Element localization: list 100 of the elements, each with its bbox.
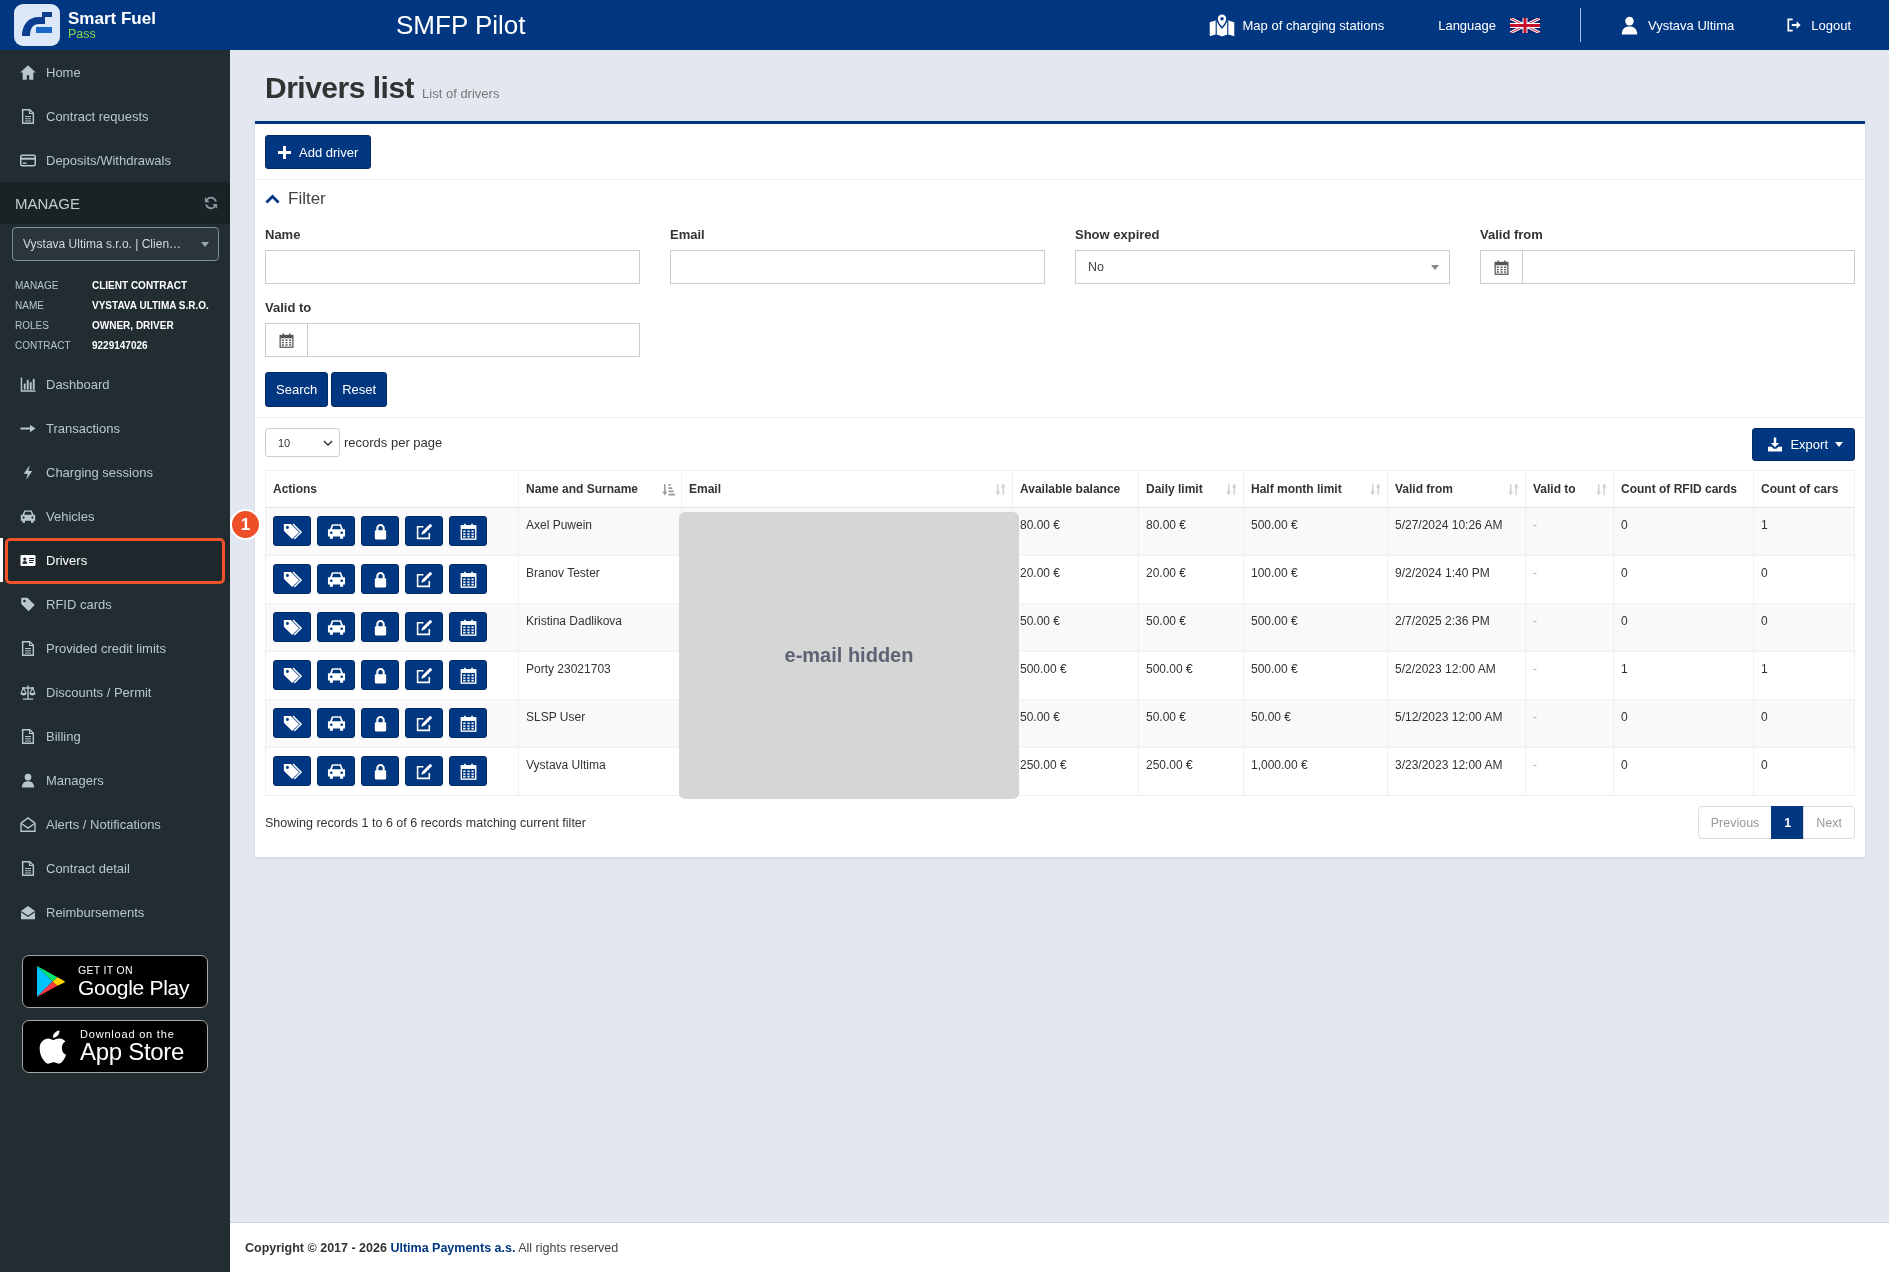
download-icon: [1767, 437, 1784, 452]
nav-item[interactable]: Contract detail: [0, 846, 230, 890]
company-link[interactable]: Ultima Payments a.s.: [390, 1240, 516, 1255]
table-cell: 0: [1613, 555, 1754, 604]
contract-select[interactable]: Vystava Ultima s.r.o. | Clien…: [12, 227, 219, 261]
nav-item[interactable]: Reimbursements: [0, 890, 230, 934]
caret-icon: [1835, 442, 1843, 447]
column-header[interactable]: Name and Surname: [518, 470, 682, 508]
column-header[interactable]: Valid from: [1387, 470, 1526, 508]
action-button[interactable]: [361, 516, 399, 546]
search-button[interactable]: Search: [265, 372, 329, 407]
column-header[interactable]: Email: [681, 470, 1013, 508]
reset-button[interactable]: Reset: [331, 372, 388, 407]
text-field[interactable]: [265, 250, 640, 284]
action-button[interactable]: [449, 516, 487, 546]
edit-icon: [414, 666, 434, 684]
action-button[interactable]: [405, 516, 443, 546]
action-button[interactable]: [317, 564, 355, 594]
document-icon: [20, 860, 36, 876]
tags-icon: [282, 618, 302, 636]
map-link[interactable]: Map of charging stations: [1208, 13, 1385, 37]
nav-item[interactable]: Charging sessions: [0, 450, 230, 494]
action-button[interactable]: [449, 564, 487, 594]
nav-item[interactable]: Deposits/Withdrawals: [0, 138, 230, 182]
action-button[interactable]: [273, 612, 311, 642]
date-picker-button[interactable]: [1480, 250, 1522, 284]
date-picker-button[interactable]: [265, 323, 307, 357]
nav-item[interactable]: Provided credit limits: [0, 626, 230, 670]
nav-item[interactable]: Dashboard: [0, 362, 230, 406]
page-subtitle: List of drivers: [422, 86, 500, 101]
column-header[interactable]: Valid to: [1525, 470, 1614, 508]
nav-item[interactable]: Vehicles: [0, 494, 230, 538]
action-button[interactable]: [317, 660, 355, 690]
dropdown-field[interactable]: No: [1075, 250, 1450, 284]
add-driver-button[interactable]: Add driver: [265, 135, 372, 169]
page-title: Drivers list: [265, 70, 415, 106]
store-badge[interactable]: Download on the App Store: [22, 1020, 208, 1073]
edit-icon: [414, 762, 434, 780]
user-menu[interactable]: Vystava Ultima: [1621, 15, 1735, 35]
action-button[interactable]: [405, 708, 443, 738]
action-button[interactable]: [449, 660, 487, 690]
brand-name: Smart Fuel: [68, 9, 156, 27]
edit-icon: [414, 522, 434, 540]
car-icon: [326, 762, 346, 780]
info-value: OWNER, DRIVER: [92, 319, 175, 331]
car-icon: [20, 508, 36, 524]
action-button[interactable]: [361, 612, 399, 642]
page-length-select[interactable]: 10: [265, 428, 340, 457]
table-cell: 0: [1753, 603, 1855, 652]
table-cell: 80.00 €: [1138, 507, 1244, 556]
nav-item[interactable]: Transactions: [0, 406, 230, 450]
filter-toggle[interactable]: Filter: [265, 187, 326, 211]
column-header[interactable]: Half month limit: [1243, 470, 1388, 508]
logout-link[interactable]: Logout: [1787, 17, 1851, 33]
balance-scale-icon: [20, 684, 36, 700]
nav-item[interactable]: Managers: [0, 758, 230, 802]
action-button[interactable]: [361, 756, 399, 786]
column-header[interactable]: Daily limit: [1138, 470, 1244, 508]
store-badge[interactable]: GET IT ON Google Play: [22, 955, 208, 1008]
table-cell: 80.00 €: [1012, 507, 1139, 556]
table-cell: -: [1525, 651, 1614, 700]
language-button[interactable]: Language: [1438, 17, 1540, 33]
action-button[interactable]: [317, 756, 355, 786]
bar-chart-icon: [20, 376, 36, 392]
field-label: Show expired: [1075, 226, 1160, 244]
action-button[interactable]: [361, 564, 399, 594]
nav-item[interactable]: Alerts / Notifications: [0, 802, 230, 846]
action-button[interactable]: [273, 564, 311, 594]
nav-item[interactable]: RFID cards: [0, 582, 230, 626]
action-button[interactable]: [449, 612, 487, 642]
text-field[interactable]: [670, 250, 1045, 284]
action-button[interactable]: [405, 564, 443, 594]
nav-item[interactable]: Billing: [0, 714, 230, 758]
logout-icon: [1787, 18, 1802, 32]
nav-item[interactable]: Contract requests: [0, 94, 230, 138]
tags-icon: [282, 666, 302, 684]
action-button[interactable]: [449, 708, 487, 738]
action-button[interactable]: [273, 756, 311, 786]
action-button[interactable]: [449, 756, 487, 786]
table-cell: 500.00 €: [1243, 603, 1388, 652]
action-button[interactable]: [273, 660, 311, 690]
date-field[interactable]: [1522, 250, 1855, 284]
action-button[interactable]: [273, 516, 311, 546]
action-button[interactable]: [273, 708, 311, 738]
action-button[interactable]: [405, 660, 443, 690]
action-button[interactable]: [361, 708, 399, 738]
edit-icon: [414, 570, 434, 588]
action-button[interactable]: [317, 708, 355, 738]
action-button[interactable]: [405, 612, 443, 642]
action-button[interactable]: [405, 756, 443, 786]
calendar-icon: [458, 618, 478, 636]
nav-item[interactable]: Home: [0, 50, 230, 94]
date-field[interactable]: [307, 323, 640, 357]
action-button[interactable]: [317, 516, 355, 546]
export-button[interactable]: Export: [1752, 428, 1855, 461]
action-button[interactable]: [317, 612, 355, 642]
page-button[interactable]: 1: [1771, 806, 1805, 839]
table-cell: 0: [1613, 747, 1754, 796]
action-button[interactable]: [361, 660, 399, 690]
nav-item[interactable]: Discounts / Permit: [0, 670, 230, 714]
